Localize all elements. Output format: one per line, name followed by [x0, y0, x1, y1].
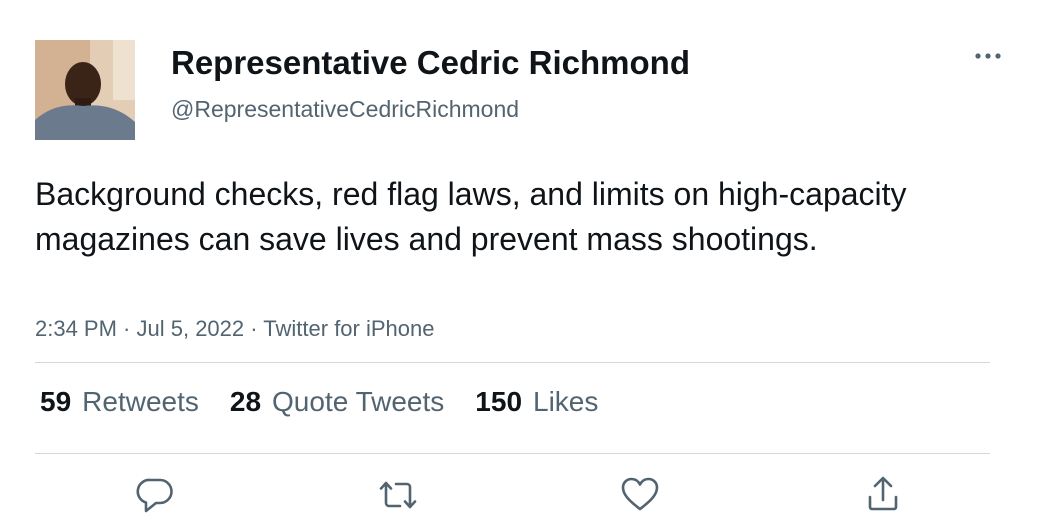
retweets-count: 59: [40, 386, 72, 417]
quote-tweets-stat[interactable]: 28 Quote Tweets: [230, 386, 444, 418]
likes-label: Likes: [533, 386, 599, 417]
meta-separator: ·: [244, 316, 264, 341]
likes-stat[interactable]: 150 Likes: [475, 386, 598, 418]
divider: [35, 453, 990, 454]
likes-count: 150: [475, 386, 523, 417]
like-button[interactable]: [616, 473, 664, 517]
divider: [35, 362, 990, 363]
display-name[interactable]: Representative Cedric Richmond: [171, 44, 690, 82]
like-icon: [621, 477, 659, 511]
user-handle[interactable]: @RepresentativeCedricRichmond: [171, 96, 519, 123]
tweet-metadata: 2:34 PM · Jul 5, 2022 · Twitter for iPho…: [35, 316, 434, 342]
more-options-button[interactable]: [964, 40, 1012, 72]
reply-button[interactable]: [131, 473, 179, 517]
more-options-icon: [975, 53, 1001, 59]
meta-separator: ·: [116, 316, 137, 341]
tweet-date[interactable]: Jul 5, 2022: [137, 316, 245, 341]
share-button[interactable]: [859, 473, 907, 517]
quote-tweets-label: Quote Tweets: [272, 386, 445, 417]
retweets-stat[interactable]: 59 Retweets: [40, 386, 199, 418]
tweet-text: Background checks, red flag laws, and li…: [35, 176, 907, 257]
engagement-stats: 59 Retweets 28 Quote Tweets 150 Likes: [40, 386, 629, 418]
reply-icon: [136, 478, 173, 513]
avatar-photo: [35, 40, 135, 140]
tweet-source[interactable]: Twitter for iPhone: [263, 316, 434, 341]
tweet-time[interactable]: 2:34 PM: [35, 316, 117, 341]
avatar[interactable]: [35, 40, 135, 140]
retweet-button[interactable]: [374, 473, 422, 517]
quote-tweets-count: 28: [229, 386, 262, 417]
retweet-icon: [379, 481, 417, 509]
retweets-label: Retweets: [82, 386, 199, 417]
share-icon: [868, 476, 898, 511]
